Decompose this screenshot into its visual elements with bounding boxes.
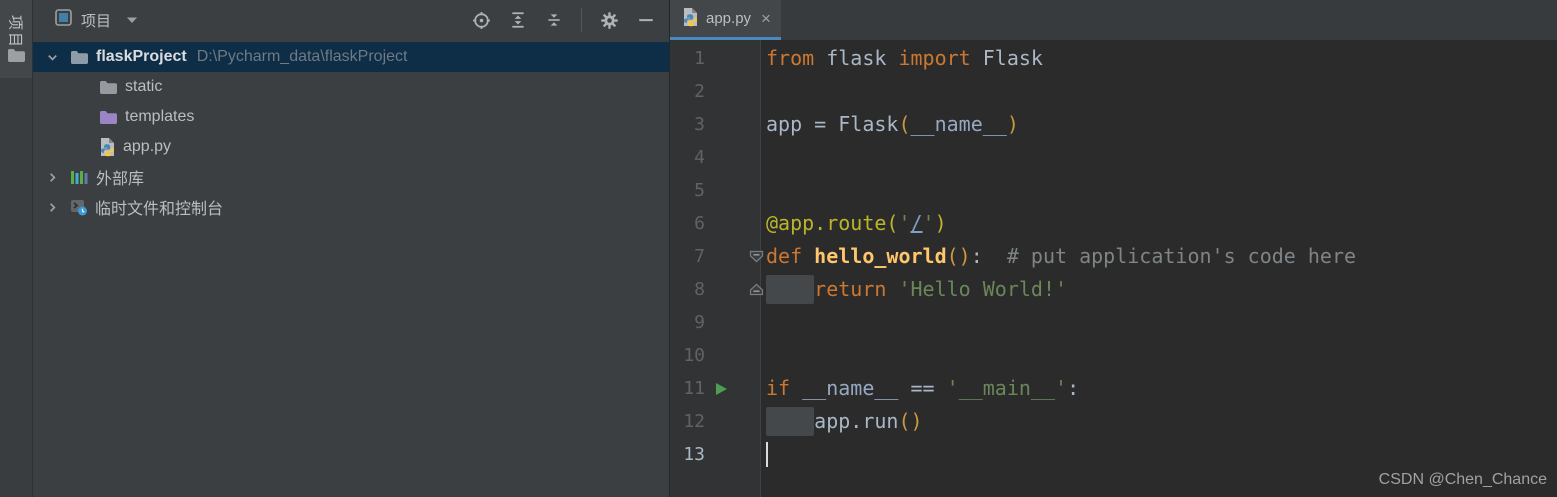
gutter-row: 3 [670,108,760,141]
watermark: CSDN @Chen_Chance [1378,471,1547,488]
editor-body: 1 2 3 4 5 6 7 8 9 10 11 12 13 from flask import Flas… [670,40,1557,497]
stripe-project-label: 项目 [7,15,24,50]
project-tree: flaskProject D:\Pycharm_data\flaskProject… [33,40,669,497]
code-line-8[interactable]: return 'Hello World!' [761,273,1557,306]
scratches-icon [70,199,88,216]
code-line-5[interactable] [761,174,1557,207]
locate-button[interactable] [472,11,491,30]
project-panel-header: 项目 [33,0,669,40]
expand-all-button[interactable] [509,11,527,29]
indent-highlight [766,275,814,304]
folder-icon [70,50,89,65]
tree-item-app-py[interactable]: app.py [33,132,669,162]
line-number-4[interactable]: 4 [670,141,705,174]
editor-tab-bar: app.py × [670,0,1557,40]
gutter-row: 8 [670,273,764,306]
gutter-row: 10 [670,339,760,372]
python-file-icon [99,137,116,157]
panel-title: 项目 [81,12,112,30]
folder-icon [7,48,26,68]
line-number-11[interactable]: 11 [670,372,705,405]
gutter-row: 9 [670,306,760,339]
folder-icon [99,110,118,125]
fold-marker-bottom-icon[interactable] [749,283,764,296]
project-panel: 项目 flaskProject D:\Pycharm_data\flaskProj… [33,0,670,497]
line-number-6[interactable]: 6 [670,207,705,240]
code-line-2[interactable] [761,75,1557,108]
gutter-row: 5 [670,174,760,207]
editor-gutter: 1 2 3 4 5 6 7 8 9 10 11 12 13 [670,40,764,497]
gutter-row: 7 [670,240,764,273]
libraries-icon [70,169,89,185]
panel-toolbar [472,8,655,32]
folder-icon [99,80,118,95]
project-path: D:\Pycharm_data\flaskProject [196,48,408,65]
tree-item-scratches[interactable]: 临时文件和控制台 [33,192,669,222]
tree-item-static[interactable]: static [33,72,669,102]
tree-item-templates[interactable]: templates [33,102,669,132]
line-number-3[interactable]: 3 [670,108,705,141]
stripe-project-button[interactable]: 项目 [0,0,32,78]
code-line-3[interactable]: app = Flask(__name__) [761,108,1557,141]
gutter-row: 12 [670,405,760,438]
line-number-9[interactable]: 9 [670,306,705,339]
line-number-8[interactable]: 8 [670,273,705,306]
code-line-6[interactable]: @app.route('/') [761,207,1557,240]
fold-marker-top-icon[interactable] [749,250,764,263]
tree-item-flaskProject[interactable]: flaskProject D:\Pycharm_data\flaskProject [33,42,669,72]
tab-label: app.py [706,10,752,27]
code-line-10[interactable] [761,339,1557,372]
line-number-1[interactable]: 1 [670,42,705,75]
code-line-9[interactable] [761,306,1557,339]
line-number-10[interactable]: 10 [670,339,705,372]
code-line-4[interactable] [761,141,1557,174]
settings-button[interactable] [600,11,619,30]
gutter-row: 6 [670,207,760,240]
indent-highlight [766,407,814,436]
project-tool-icon [55,9,72,31]
line-number-12[interactable]: 12 [670,405,705,438]
chevron-right-icon[interactable] [43,200,61,215]
tree-item-external-libraries[interactable]: 外部库 [33,162,669,192]
editor-area: app.py × 1 2 3 4 5 6 7 8 9 10 11 12 13 from flask im… [670,0,1557,497]
chevron-right-icon[interactable] [43,170,61,185]
gutter-row: 2 [670,75,760,108]
panel-title-dropdown-icon[interactable] [126,16,138,24]
gutter-row: 1 [670,42,760,75]
close-icon[interactable]: × [761,10,771,27]
hide-button[interactable] [637,11,655,29]
pycharm-window: 项目 项目 flaskProject D:\Pycharm_data\flaskP… [0,0,1557,497]
code-area[interactable]: from flask import Flask app = Flask(__nam… [761,40,1557,497]
chevron-down-icon[interactable] [43,50,61,65]
toolbar-separator [581,8,582,32]
line-number-5[interactable]: 5 [670,174,705,207]
collapse-all-button[interactable] [545,11,563,29]
code-line-1[interactable]: from flask import Flask [761,42,1557,75]
run-button[interactable] [715,382,728,396]
code-line-7[interactable]: def hello_world(): # put application's c… [761,240,1557,273]
gutter-row: 13 [670,438,760,471]
text-caret [766,442,768,467]
python-file-icon [682,7,699,31]
tab-app-py[interactable]: app.py × [670,0,781,40]
tool-window-stripe: 项目 [0,0,33,497]
gutter-row: 11 [670,372,760,405]
code-line-13[interactable] [761,438,1557,471]
line-number-2[interactable]: 2 [670,75,705,108]
line-number-13[interactable]: 13 [670,438,705,471]
gutter-row: 4 [670,141,760,174]
code-line-12[interactable]: app.run() [761,405,1557,438]
line-number-7[interactable]: 7 [670,240,705,273]
code-line-11[interactable]: if __name__ == '__main__': [761,372,1557,405]
